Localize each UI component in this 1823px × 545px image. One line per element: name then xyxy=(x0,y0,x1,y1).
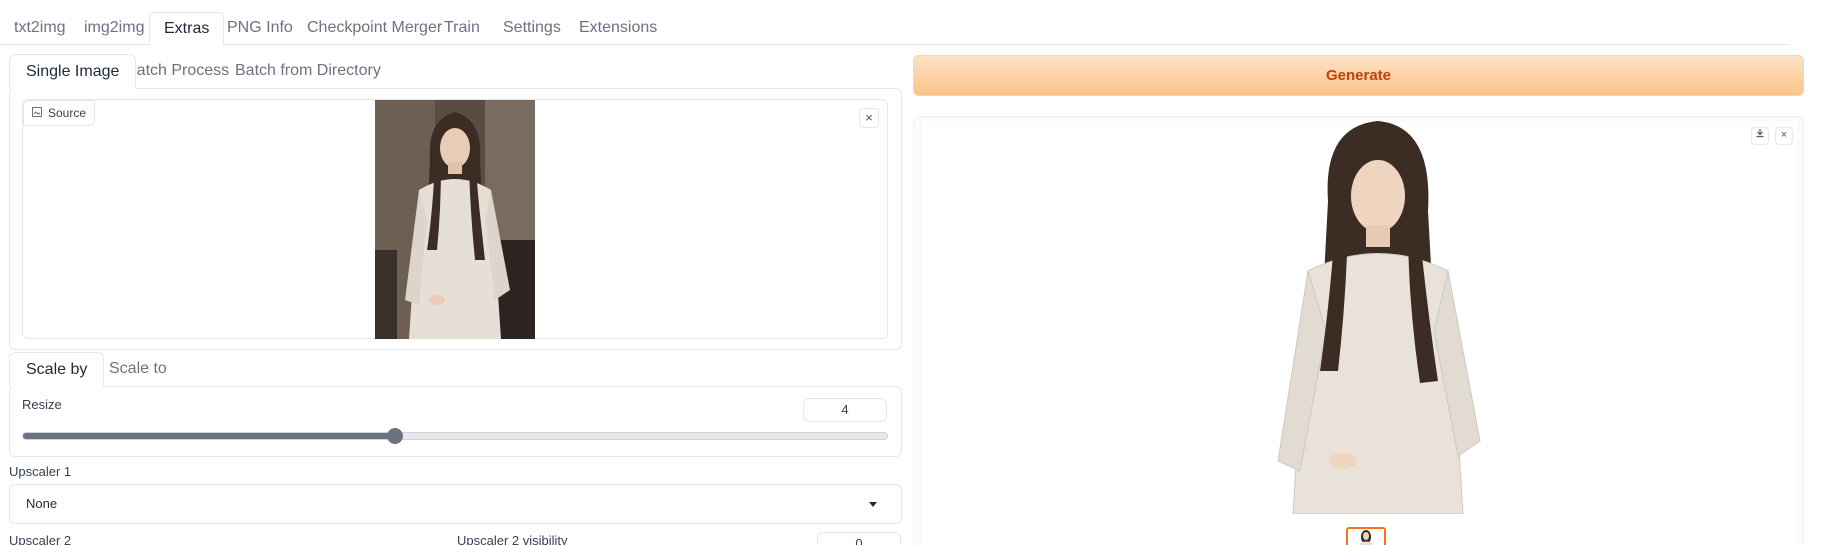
tab-train[interactable]: Train xyxy=(430,12,494,45)
tab-img2img[interactable]: img2img xyxy=(70,12,158,45)
resize-slider-fill xyxy=(23,433,395,439)
close-output-button[interactable]: × xyxy=(1775,127,1793,145)
source-image xyxy=(375,100,535,339)
upscaler2-visibility-input[interactable]: 0 xyxy=(817,532,901,545)
scale-by-panel: Resize 4 xyxy=(9,386,902,457)
output-thumbnail[interactable] xyxy=(1346,527,1386,545)
source-image-dropzone[interactable]: Source × xyxy=(22,99,888,339)
source-label-text: Source xyxy=(48,106,87,120)
resize-label: Resize xyxy=(22,397,62,412)
tab-scale-by[interactable]: Scale by xyxy=(9,352,105,387)
tab-extensions[interactable]: Extensions xyxy=(565,12,671,45)
upscaler1-label: Upscaler 1 xyxy=(9,464,72,479)
upscaler2-label: Upscaler 2 xyxy=(9,533,72,545)
upscaler1-selected-value: None xyxy=(26,496,58,511)
upscaler2-visibility-label: Upscaler 2 visibility xyxy=(457,533,568,545)
tab-txt2img[interactable]: txt2img xyxy=(0,12,80,45)
tab-single-image[interactable]: Single Image xyxy=(9,54,137,89)
resize-slider[interactable] xyxy=(22,428,888,444)
main-tab-bar: txt2img img2img Extras PNG Info Checkpoi… xyxy=(0,12,1790,46)
tab-scale-to[interactable]: Scale to xyxy=(93,352,183,387)
extras-left-column: Single Image Batch Process Batch from Di… xyxy=(9,54,902,545)
single-image-panel: Source × xyxy=(9,88,902,350)
extras-mode-tabs: Single Image Batch Process Batch from Di… xyxy=(9,54,902,89)
scale-mode-tabs: Scale by Scale to xyxy=(9,352,902,387)
generate-button[interactable]: Generate xyxy=(913,55,1804,96)
close-icon: × xyxy=(1780,129,1788,141)
tab-settings[interactable]: Settings xyxy=(489,12,575,45)
source-label: Source xyxy=(23,100,96,126)
resize-number-input[interactable]: 4 xyxy=(803,398,887,422)
chevron-down-icon xyxy=(869,502,877,507)
image-icon xyxy=(32,101,42,125)
output-preview: × xyxy=(922,121,1797,545)
output-image xyxy=(1248,121,1488,514)
resize-slider-thumb[interactable] xyxy=(386,428,403,444)
download-button[interactable] xyxy=(1751,127,1769,145)
thumbnail-image xyxy=(1348,529,1384,545)
clear-source-button[interactable]: × xyxy=(859,108,879,128)
tab-batch-from-directory[interactable]: Batch from Directory xyxy=(219,54,397,89)
upscaler1-select[interactable]: None xyxy=(9,484,902,524)
download-icon xyxy=(1755,129,1765,141)
output-gallery: × xyxy=(913,116,1804,545)
close-icon: × xyxy=(865,110,873,125)
